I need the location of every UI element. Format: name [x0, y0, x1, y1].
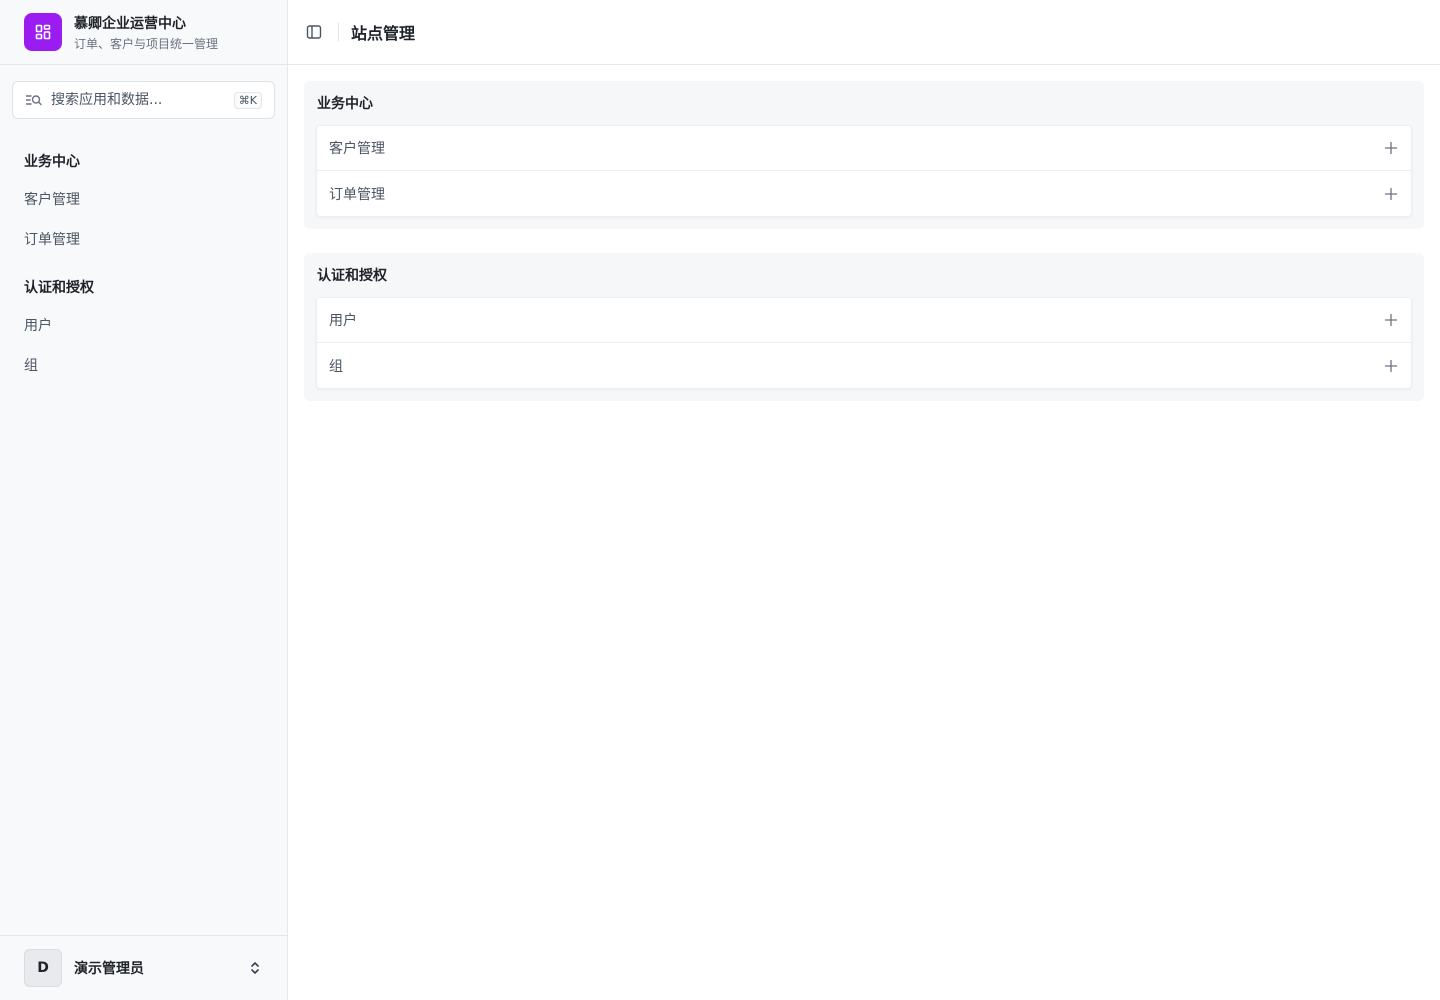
section-business: 业务中心 客户管理 订单管理	[304, 81, 1424, 229]
search-list-icon	[25, 91, 43, 109]
sidebar-group-business: 业务中心	[24, 154, 80, 170]
chevron-up-down-icon[interactable]	[247, 958, 263, 978]
brand-text: 慕卿企业运营中心 订单、客户与项目统一管理	[74, 13, 218, 52]
section-title: 业务中心	[317, 96, 373, 112]
app-root: 慕卿企业运营中心 订单、客户与项目统一管理 ⌘K	[0, 0, 1440, 1000]
sidebar-nav: 业务中心 客户管理 订单管理 认证和授权 用户 组	[0, 127, 287, 935]
list-item-label: 组	[329, 358, 343, 375]
avatar: D	[24, 949, 62, 987]
sidebar-toggle-icon[interactable]	[304, 22, 324, 42]
list-item-customers[interactable]: 客户管理	[317, 126, 1411, 171]
main-area: 站点管理 业务中心 客户管理 订单管理 认证和授权 用户 组	[288, 0, 1440, 1000]
list-item-groups[interactable]: 组	[317, 343, 1411, 388]
sidebar-item-users[interactable]: 用户	[24, 305, 263, 345]
user-menu[interactable]: D 演示管理员	[0, 935, 287, 1000]
section-card: 客户管理 订单管理	[316, 125, 1412, 217]
search-input[interactable]	[51, 92, 226, 108]
brand-name: 慕卿企业运营中心	[74, 15, 186, 32]
page-title: 站点管理	[351, 24, 416, 43]
user-name: 演示管理员	[74, 961, 144, 977]
sidebar-item-groups[interactable]: 组	[24, 345, 263, 385]
section-card: 用户 组	[316, 297, 1412, 389]
plus-icon[interactable]	[1383, 358, 1399, 374]
search-shortcut-badge: ⌘K	[233, 91, 262, 109]
topbar: 站点管理	[288, 0, 1440, 65]
search-box[interactable]: ⌘K	[12, 81, 275, 119]
search-wrap: ⌘K	[0, 65, 287, 127]
list-item-users[interactable]: 用户	[317, 298, 1411, 343]
sidebar: 慕卿企业运营中心 订单、客户与项目统一管理 ⌘K	[0, 0, 288, 1000]
layout-grid-icon	[24, 13, 62, 51]
topbar-divider	[338, 23, 339, 41]
section-auth: 认证和授权 用户 组	[304, 253, 1424, 401]
list-item-label: 用户	[329, 313, 357, 329]
brand-header[interactable]: 慕卿企业运营中心 订单、客户与项目统一管理	[0, 0, 287, 65]
list-item-label: 订单管理	[329, 186, 385, 203]
section-title: 认证和授权	[317, 268, 387, 284]
plus-icon[interactable]	[1383, 186, 1399, 202]
plus-icon[interactable]	[1383, 312, 1399, 328]
list-item-orders[interactable]: 订单管理	[317, 171, 1411, 216]
sidebar-item-customers[interactable]: 客户管理	[24, 179, 263, 219]
plus-icon[interactable]	[1383, 140, 1399, 156]
brand-subtitle: 订单、客户与项目统一管理	[74, 36, 219, 51]
content: 业务中心 客户管理 订单管理 认证和授权 用户 组	[288, 65, 1440, 417]
list-item-label: 客户管理	[329, 141, 385, 157]
sidebar-item-orders[interactable]: 订单管理	[24, 219, 263, 259]
sidebar-group-auth: 认证和授权	[24, 280, 94, 296]
